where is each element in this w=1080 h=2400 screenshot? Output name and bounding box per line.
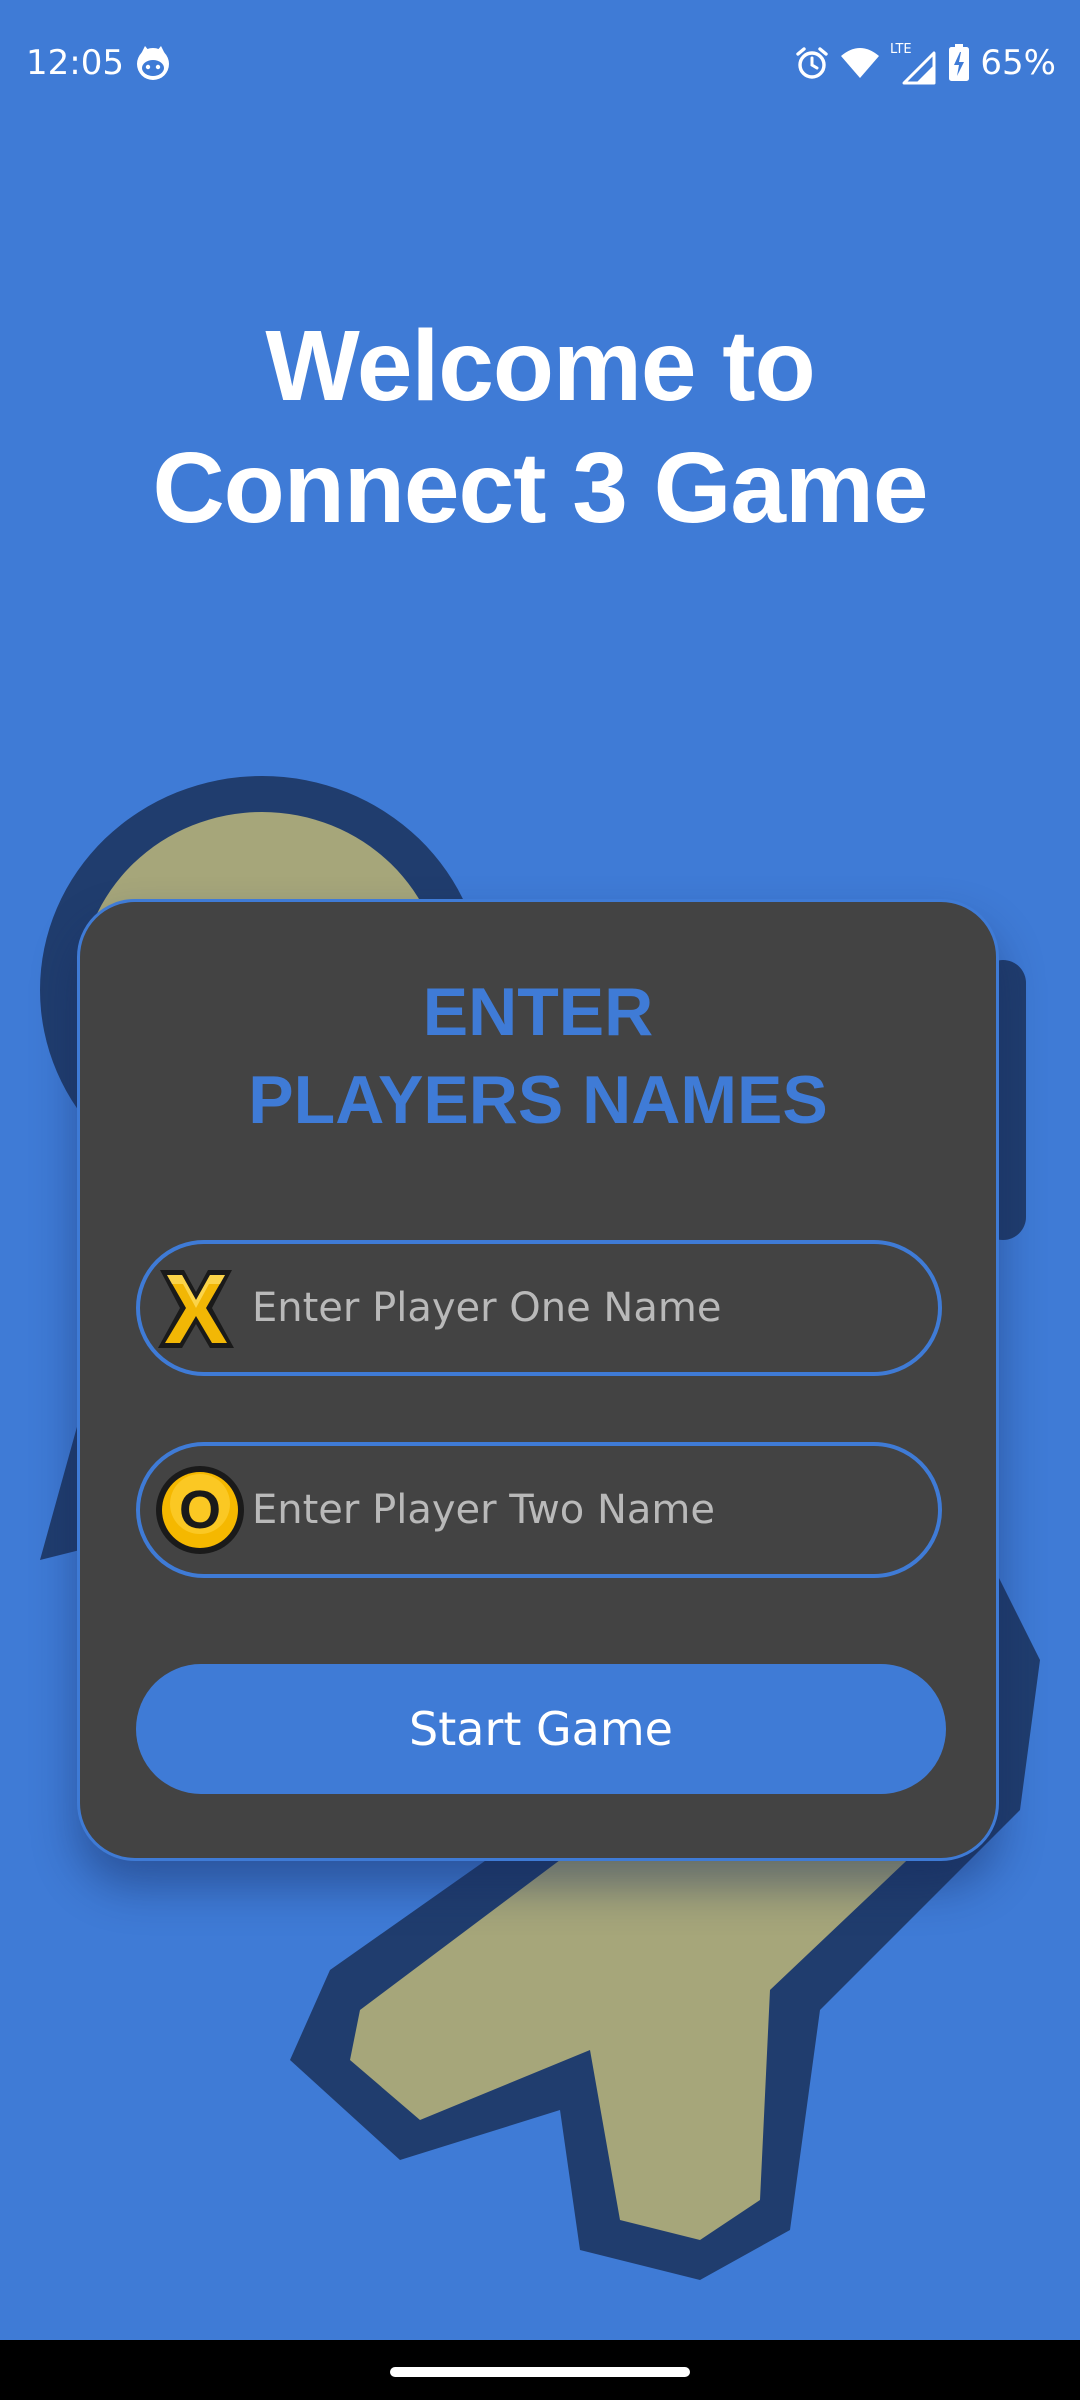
home-indicator[interactable] [390, 2367, 690, 2377]
player-one-field[interactable] [136, 1240, 942, 1376]
battery-percent: 65% [980, 43, 1056, 83]
card-title-line1: ENTER [422, 974, 654, 1050]
welcome-title-line2: Connect 3 Game [152, 432, 928, 544]
x-mark-icon [154, 1262, 238, 1354]
lte-signal-icon: LTE [890, 41, 938, 85]
o-mark-icon: O [154, 1464, 244, 1556]
welcome-title-line1: Welcome to [265, 310, 815, 422]
card-title: ENTER PLAYERS NAMES [80, 968, 996, 1144]
battery-charging-icon [948, 44, 970, 82]
welcome-title: Welcome to Connect 3 Game [40, 305, 1040, 549]
player-two-field[interactable]: O [136, 1442, 942, 1578]
start-game-button[interactable]: Start Game [136, 1664, 946, 1794]
status-time: 12:05 [26, 43, 124, 83]
player-one-input[interactable] [252, 1278, 908, 1338]
svg-text:O: O [179, 1480, 221, 1540]
network-label: LTE [890, 42, 912, 57]
player-names-card: ENTER PLAYERS NAMES O Start Game [77, 899, 999, 1861]
wifi-icon [840, 46, 880, 80]
status-icons: LTE 65% [794, 38, 1056, 88]
card-title-line2: PLAYERS NAMES [248, 1062, 828, 1138]
status-bar: 12:05 LTE 65% [0, 0, 1080, 125]
player-two-input[interactable] [252, 1480, 908, 1540]
cat-face-icon [134, 44, 172, 82]
alarm-icon [794, 45, 830, 81]
